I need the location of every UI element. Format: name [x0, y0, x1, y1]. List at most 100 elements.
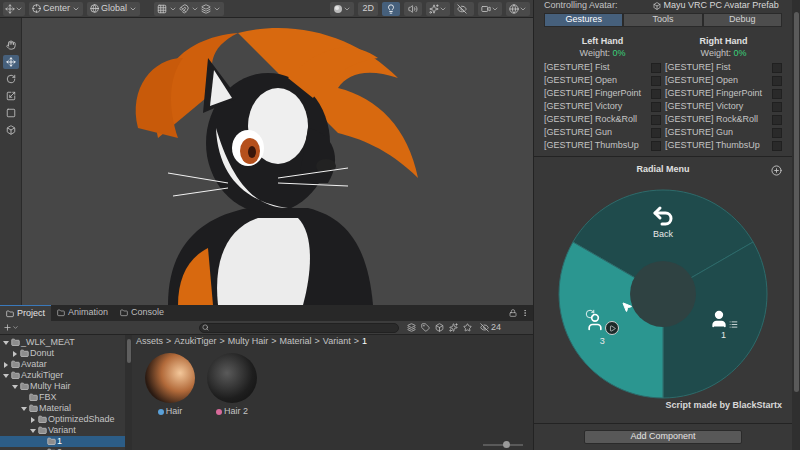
- lock-icon[interactable]: [509, 309, 517, 317]
- gesture-row[interactable]: [GESTURE] Fist: [544, 61, 661, 74]
- tool-button[interactable]: [3, 106, 19, 120]
- gesture-checkbox[interactable]: [772, 115, 782, 125]
- tool-button[interactable]: [3, 55, 19, 69]
- inspector-tab[interactable]: Gestures: [544, 13, 623, 27]
- avatar-field[interactable]: Mayu VRC PC Avatar Prefab: [653, 0, 782, 13]
- tree-item[interactable]: AzukiTiger: [0, 370, 125, 381]
- zoom-slider[interactable]: [483, 444, 523, 446]
- inspector-tab[interactable]: Debug: [703, 13, 782, 27]
- shading-mode[interactable]: [330, 2, 354, 16]
- gesture-checkbox[interactable]: [772, 141, 782, 151]
- collapsed-arrow-icon[interactable]: [2, 361, 10, 369]
- gesture-checkbox[interactable]: [651, 76, 661, 86]
- radial-item[interactable]: Back: [638, 204, 688, 242]
- tree-item[interactable]: Donut: [0, 348, 125, 359]
- expanded-arrow-icon[interactable]: [29, 427, 37, 435]
- breadcrumb-item[interactable]: AzukiTiger: [174, 335, 216, 349]
- tree-item[interactable]: OptimizedShade: [0, 414, 125, 425]
- gesture-row[interactable]: [GESTURE] Victory: [665, 100, 782, 113]
- visibility-button[interactable]: [454, 2, 474, 16]
- gesture-checkbox[interactable]: [772, 128, 782, 138]
- asset-store-icon[interactable]: [435, 323, 444, 332]
- expanded-arrow-icon[interactable]: [2, 372, 10, 380]
- gesture-row[interactable]: [GESTURE] FingerPoint: [544, 87, 661, 100]
- gesture-row[interactable]: [GESTURE] Victory: [544, 100, 661, 113]
- breadcrumb-item[interactable]: Material: [280, 335, 312, 349]
- tree-item[interactable]: Variant: [0, 425, 125, 436]
- breadcrumb-item[interactable]: 1: [362, 335, 367, 349]
- inspector-scrollbar[interactable]: [792, 0, 800, 450]
- expanded-arrow-icon[interactable]: [2, 339, 10, 347]
- gesture-checkbox[interactable]: [772, 102, 782, 112]
- tree-item[interactable]: _WLK_MEAT: [0, 337, 125, 348]
- breadcrumb-item[interactable]: Variant: [323, 335, 351, 349]
- create-button[interactable]: [3, 323, 19, 332]
- expanded-arrow-icon[interactable]: [20, 405, 28, 413]
- radial-item[interactable]: 1: [699, 309, 749, 343]
- collapsed-arrow-icon[interactable]: [11, 350, 19, 358]
- menu-icon[interactable]: [521, 309, 529, 317]
- panel-tab[interactable]: Animation: [51, 305, 114, 321]
- type-filter-icon[interactable]: [407, 323, 416, 332]
- space-dropdown[interactable]: Global: [87, 2, 140, 16]
- gesture-row[interactable]: [GESTURE] Gun: [665, 126, 782, 139]
- gesture-checkbox[interactable]: [772, 63, 782, 73]
- panel-tab[interactable]: Console: [114, 305, 170, 321]
- hidden-count[interactable]: 24: [480, 321, 501, 335]
- gesture-row[interactable]: [GESTURE] Gun: [544, 126, 661, 139]
- scroll-thumb[interactable]: [794, 12, 799, 392]
- scroll-thumb[interactable]: [127, 339, 131, 363]
- gesture-row[interactable]: [GESTURE] Fist: [665, 61, 782, 74]
- add-component-button[interactable]: Add Component: [584, 430, 742, 444]
- lighting-button[interactable]: [382, 2, 400, 16]
- tree-item[interactable]: 2: [0, 447, 125, 450]
- gesture-row[interactable]: [GESTURE] Open: [665, 74, 782, 87]
- tool-dropdown[interactable]: [3, 2, 25, 16]
- pivot-dropdown[interactable]: Center: [29, 2, 83, 16]
- favorite-icon[interactable]: [463, 323, 472, 332]
- expanded-arrow-icon[interactable]: [11, 383, 19, 391]
- tree-item[interactable]: 1: [0, 436, 125, 447]
- tree-item[interactable]: Avatar: [0, 359, 125, 370]
- grid-controls[interactable]: [154, 2, 224, 16]
- tree-item[interactable]: FBX: [0, 392, 125, 403]
- tool-button[interactable]: [3, 123, 19, 137]
- gesture-row[interactable]: [GESTURE] Rock&Roll: [665, 113, 782, 126]
- zoom-knob[interactable]: [503, 441, 510, 448]
- label-filter-icon[interactable]: [421, 323, 430, 332]
- view-2d-button[interactable]: 2D: [358, 2, 378, 16]
- gesture-row[interactable]: [GESTURE] Open: [544, 74, 661, 87]
- breadcrumb-item[interactable]: Assets: [136, 335, 163, 349]
- gesture-checkbox[interactable]: [772, 89, 782, 99]
- add-icon[interactable]: [771, 165, 782, 176]
- asset-tile[interactable]: Hair: [144, 353, 196, 419]
- camera-button[interactable]: [478, 2, 502, 16]
- tree-item[interactable]: Material: [0, 403, 125, 414]
- tree-item[interactable]: Multy Hair: [0, 381, 125, 392]
- gesture-checkbox[interactable]: [651, 115, 661, 125]
- scene-view[interactable]: [0, 18, 533, 305]
- gesture-checkbox[interactable]: [651, 102, 661, 112]
- gesture-checkbox[interactable]: [651, 141, 661, 151]
- collapsed-arrow-icon[interactable]: [29, 416, 37, 424]
- gesture-checkbox[interactable]: [651, 89, 661, 99]
- tree-scrollbar[interactable]: [125, 335, 132, 450]
- gesture-checkbox[interactable]: [651, 63, 661, 73]
- gesture-row[interactable]: [GESTURE] ThumbsUp: [665, 139, 782, 152]
- gesture-row[interactable]: [GESTURE] ThumbsUp: [544, 139, 661, 152]
- search-field[interactable]: [199, 323, 399, 333]
- radial-item[interactable]: 3: [577, 309, 627, 349]
- viewport[interactable]: [22, 18, 533, 305]
- tool-button[interactable]: [3, 72, 19, 86]
- effects-button[interactable]: [426, 2, 450, 16]
- breadcrumb-item[interactable]: Multy Hair: [228, 335, 269, 349]
- gesture-row[interactable]: [GESTURE] Rock&Roll: [544, 113, 661, 126]
- gesture-checkbox[interactable]: [651, 128, 661, 138]
- gizmos-button[interactable]: [506, 2, 530, 16]
- inspector-tab[interactable]: Tools: [623, 13, 702, 27]
- gesture-checkbox[interactable]: [772, 76, 782, 86]
- tool-button[interactable]: [3, 89, 19, 103]
- gesture-row[interactable]: [GESTURE] FingerPoint: [665, 87, 782, 100]
- asset-tile[interactable]: Hair 2: [206, 353, 258, 419]
- tool-button[interactable]: [3, 38, 19, 52]
